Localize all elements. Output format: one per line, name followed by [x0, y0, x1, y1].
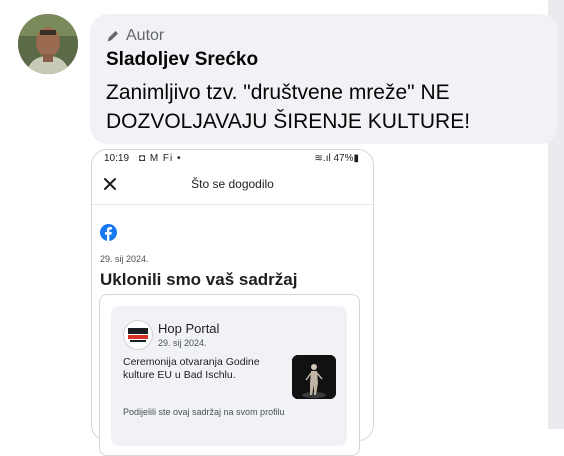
post-date: 29. sij 2024. [158, 338, 207, 348]
performer-image-icon [292, 355, 336, 399]
notice-date: 29. sij 2024. [100, 254, 149, 264]
hop-portal-logo-icon [123, 320, 153, 350]
header-divider [92, 204, 373, 205]
post-thumbnail[interactable] [292, 355, 336, 399]
avatar-photo [18, 14, 78, 74]
status-time: 10:19 [104, 153, 130, 164]
comment-text: Zanimljivo tzv. "društvene mreže" NE DOZ… [106, 81, 471, 133]
avatar[interactable] [18, 14, 78, 74]
status-notification-icons: ◘ M Fi • [139, 153, 182, 164]
removed-content-heading: Uklonili smo vaš sadržaj [100, 270, 298, 289]
author-badge: Autor [106, 26, 164, 46]
phone-status-bar: 10:19 ◘ M Fi • ≋.ıl 47%▮ [92, 150, 373, 168]
author-badge-label: Autor [126, 27, 165, 44]
status-signal-battery: ≋.ıl 47%▮ [314, 153, 359, 164]
author-name[interactable]: Sladoljev Srećko [106, 49, 258, 71]
page-name[interactable]: Hop Portal [158, 321, 219, 336]
page-title: Što se dogodilo [191, 177, 274, 191]
facebook-icon [100, 224, 117, 241]
shared-note: Podijelili ste ovaj sadržaj na svom prof… [123, 407, 285, 417]
pencil-icon [107, 31, 118, 42]
post-text: Ceremonija otvaranja Godine kulture EU u… [123, 356, 260, 381]
